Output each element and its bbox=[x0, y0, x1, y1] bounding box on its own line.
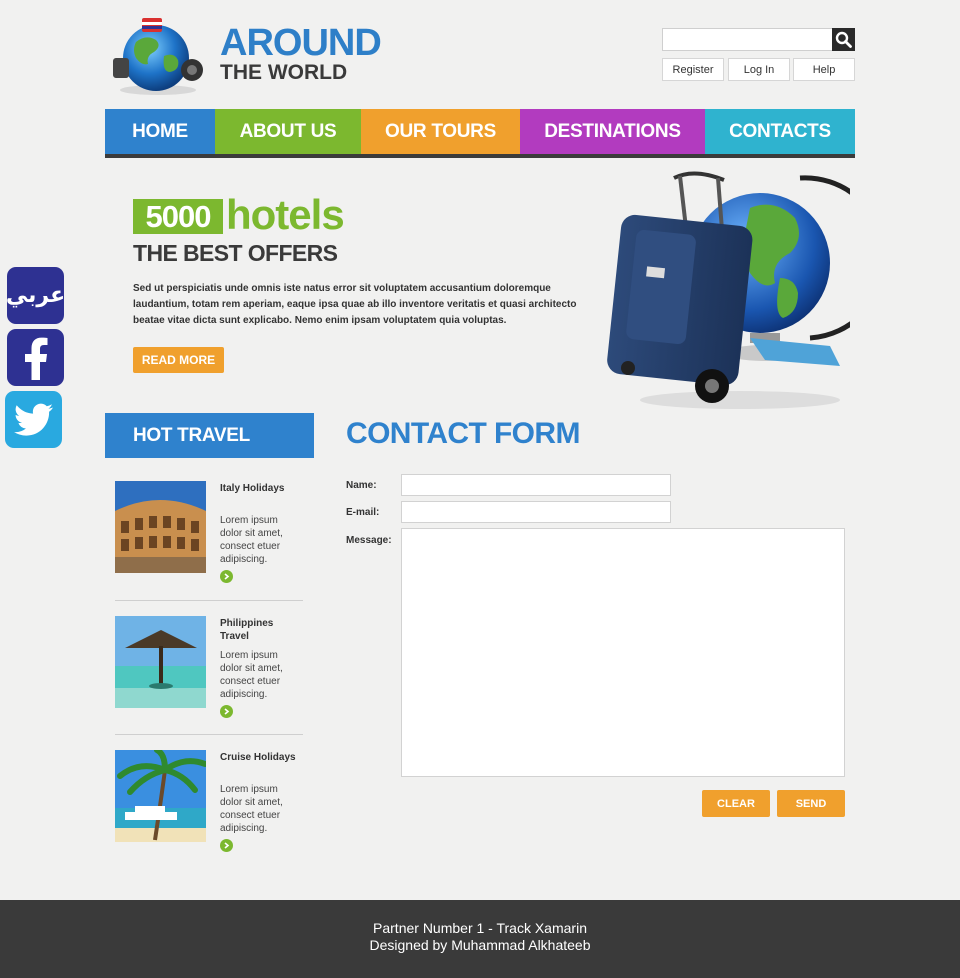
nav-contacts[interactable]: CONTACTS bbox=[705, 109, 855, 154]
send-button[interactable]: SEND bbox=[777, 790, 845, 817]
travel-item-desc: Lorem ipsum dolor sit amet, consect etue… bbox=[220, 515, 283, 565]
message-label: Message: bbox=[346, 535, 392, 546]
hot-travel-header: HOT TRAVEL bbox=[105, 413, 314, 458]
footer-partner-text: Partner Number 1 - Track Xamarin bbox=[373, 920, 587, 936]
facebook-button[interactable] bbox=[7, 329, 64, 386]
logo-globe-icon[interactable] bbox=[108, 12, 208, 96]
divider bbox=[115, 600, 303, 601]
nav-our-tours[interactable]: OUR TOURS bbox=[361, 109, 520, 154]
name-label: Name: bbox=[346, 480, 377, 491]
hero-text: Sed ut perspiciatis unde omnis iste natu… bbox=[133, 283, 577, 326]
twitter-icon bbox=[13, 403, 53, 436]
colosseum-image[interactable] bbox=[115, 481, 206, 573]
travel-item-cruise: Cruise Holidays Lorem ipsum dolor sit am… bbox=[115, 750, 305, 870]
travel-item-title[interactable]: Cruise Holidays bbox=[220, 751, 300, 764]
register-link[interactable]: Register bbox=[662, 58, 724, 81]
message-field[interactable] bbox=[401, 528, 845, 777]
logo-title: AROUND bbox=[220, 22, 382, 64]
login-link[interactable]: Log In bbox=[728, 58, 790, 81]
facebook-icon bbox=[24, 337, 47, 380]
hero-number: 5000 bbox=[133, 199, 223, 234]
email-label: E-mail: bbox=[346, 507, 380, 518]
search-icon bbox=[835, 31, 852, 48]
nav-destinations[interactable]: DESTINATIONS bbox=[520, 109, 705, 154]
search-input[interactable] bbox=[662, 28, 833, 51]
read-more-button[interactable]: READ MORE bbox=[133, 347, 224, 373]
nav-home[interactable]: HOME bbox=[105, 109, 215, 154]
travel-item-philippines: Philippines Travel Lorem ipsum dolor sit… bbox=[115, 616, 305, 736]
contact-form-title: CONTACT FORM bbox=[346, 417, 580, 450]
palm-cruise-image[interactable] bbox=[115, 750, 206, 842]
nav-about-us[interactable]: ABOUT US bbox=[215, 109, 361, 154]
divider bbox=[115, 734, 303, 735]
travel-item-italy: Italy Holidays Lorem ipsum dolor sit ame… bbox=[115, 481, 305, 601]
travel-item-title[interactable]: Philippines Travel bbox=[220, 617, 300, 643]
twitter-button[interactable] bbox=[5, 391, 62, 448]
travel-item-desc: Lorem ipsum dolor sit amet, consect etue… bbox=[220, 784, 283, 834]
more-arrow-icon[interactable] bbox=[220, 705, 233, 718]
hero-word: hotels bbox=[226, 191, 345, 238]
nav-underline bbox=[105, 154, 855, 158]
name-field[interactable] bbox=[401, 474, 671, 496]
help-link[interactable]: Help bbox=[793, 58, 855, 81]
hero-subtitle: THE BEST OFFERS bbox=[133, 240, 338, 266]
beach-hut-image[interactable] bbox=[115, 616, 206, 708]
suitcase-globe-image bbox=[600, 168, 888, 413]
clear-button[interactable]: CLEAR bbox=[702, 790, 770, 817]
more-arrow-icon[interactable] bbox=[220, 570, 233, 583]
arabic-language-button[interactable]: عربي bbox=[5, 267, 66, 324]
more-arrow-icon[interactable] bbox=[220, 839, 233, 852]
footer-designer-text: Designed by Muhammad Alkhateeb bbox=[369, 937, 591, 953]
main-nav: HOME ABOUT US OUR TOURS DESTINATIONS CON… bbox=[105, 109, 855, 154]
arabic-label: عربي bbox=[5, 283, 66, 308]
search-button[interactable] bbox=[832, 28, 855, 51]
travel-item-desc: Lorem ipsum dolor sit amet, consect etue… bbox=[220, 650, 283, 700]
travel-item-title[interactable]: Italy Holidays bbox=[220, 482, 300, 495]
logo-subtitle: THE WORLD bbox=[220, 61, 348, 84]
email-field[interactable] bbox=[401, 501, 671, 523]
